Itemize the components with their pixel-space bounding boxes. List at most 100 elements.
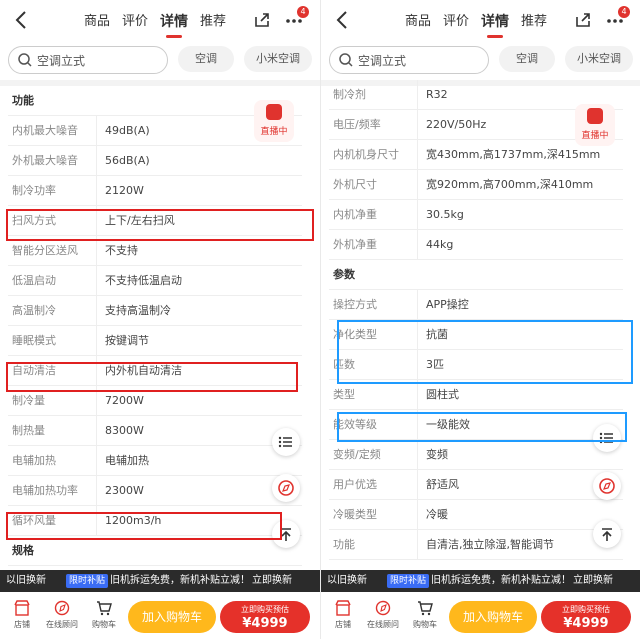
buy-now-button[interactable]: 立即购买预估 ¥4999	[541, 601, 631, 633]
spec-key: 变频/定频	[333, 448, 381, 461]
search-input[interactable]: 空调立式	[8, 46, 168, 74]
bottom-bar: 店铺 在线顾问 购物车 加入购物车 立即购买预估 ¥4999	[0, 595, 320, 639]
search-chip-xiaomi-aircon[interactable]: 小米空调	[565, 46, 633, 72]
price: ¥4999	[242, 616, 288, 631]
add-to-cart-button[interactable]: 加入购物车	[449, 601, 537, 633]
spec-value: 按键调节	[96, 326, 149, 355]
spec-row: 自动清洁 内外机自动清洁	[8, 356, 302, 386]
spec-key: 净化类型	[333, 328, 377, 341]
consult-tab[interactable]: 在线顾问	[42, 599, 82, 630]
consult-button[interactable]	[593, 472, 621, 500]
tab-reviews[interactable]: 评价	[122, 12, 148, 32]
spec-value: 宽920mm,高700mm,深410mm	[417, 170, 593, 199]
live-stream-button[interactable]: 直播中	[575, 104, 615, 146]
list-menu-button[interactable]	[593, 424, 621, 452]
list-icon	[599, 432, 613, 444]
store-button[interactable]: 店铺	[2, 599, 42, 630]
spec-table-left: 功能 内机最大噪音 49dB(A) 外机最大噪音 56dB(A) 制冷功率 2120W 扫风方…	[8, 86, 302, 566]
consult-tab[interactable]: 在线顾问	[363, 599, 403, 630]
tab-details[interactable]: 详情	[481, 12, 509, 38]
spec-row: 电辅加热 电辅加热	[8, 446, 302, 476]
spec-key: 制热量	[12, 424, 45, 437]
spec-row: 内机净重 30.5kg	[329, 200, 623, 230]
spec-value: 一级能效	[417, 410, 470, 439]
search-icon	[18, 53, 32, 67]
spec-key: 内机最大噪音	[12, 124, 78, 137]
live-icon	[587, 108, 603, 124]
spec-value: 3匹	[417, 350, 444, 379]
store-label: 店铺	[14, 620, 30, 629]
back-arrow-icon[interactable]	[331, 8, 355, 32]
cart-tab[interactable]: 购物车	[84, 599, 124, 630]
search-chip-aircon[interactable]: 空调	[499, 46, 555, 72]
promo-bar[interactable]: 以旧换新 限时补贴 旧机拆运免费，新机补贴立减！ 立即换新	[0, 570, 320, 592]
consult-button[interactable]	[272, 474, 300, 502]
tab-reviews[interactable]: 评价	[443, 12, 469, 32]
promo-cta[interactable]: 立即换新	[573, 570, 613, 592]
search-chip-aircon[interactable]: 空调	[178, 46, 234, 72]
spec-key: 匹数	[333, 358, 355, 371]
notification-badge: 4	[618, 6, 630, 18]
spec-row: 循环风量 1200m3/h	[8, 506, 302, 536]
spec-value: 宽430mm,高1737mm,深415mm	[417, 140, 600, 169]
promo-tag: 限时补贴	[387, 574, 430, 588]
search-chip-xiaomi-aircon[interactable]: 小米空调	[244, 46, 312, 72]
cart-label: 购物车	[92, 620, 116, 629]
share-icon[interactable]	[573, 10, 593, 30]
spec-key: 外机最大噪音	[12, 154, 78, 167]
spec-row: 制热量 8300W	[8, 416, 302, 446]
promo-trade-in: 以旧换新	[6, 575, 46, 586]
spec-key: 制冷剂	[333, 88, 366, 101]
spec-row: 净化类型 抗菌	[329, 320, 623, 350]
spec-value: 2300W	[96, 476, 144, 505]
tab-product[interactable]: 商品	[84, 12, 110, 32]
spec-value: 44kg	[417, 230, 453, 259]
search-input[interactable]: 空调立式	[329, 46, 489, 74]
promo-cta[interactable]: 立即换新	[252, 570, 292, 592]
spec-row: 用户优选 舒适风	[329, 470, 623, 500]
spec-key: 扫风方式	[12, 214, 56, 227]
store-label: 店铺	[335, 620, 351, 629]
spec-row: 外机净重 44kg	[329, 230, 623, 260]
spec-row: 操控方式 APP操控	[329, 290, 623, 320]
store-button[interactable]: 店铺	[323, 599, 363, 630]
back-to-top-button[interactable]	[272, 520, 300, 548]
spec-key: 自动清洁	[12, 364, 56, 377]
price: ¥4999	[563, 616, 609, 631]
spec-row: 外机尺寸 宽920mm,高700mm,深410mm	[329, 170, 623, 200]
cart-label: 购物车	[413, 620, 437, 629]
tab-product[interactable]: 商品	[405, 12, 431, 32]
cart-tab[interactable]: 购物车	[405, 599, 445, 630]
spec-value: 220V/50Hz	[417, 110, 486, 139]
buy-now-button[interactable]: 立即购买预估 ¥4999	[220, 601, 310, 633]
promo-bar[interactable]: 以旧换新 限时补贴 旧机拆运免费，新机补贴立减！ 立即换新	[321, 570, 640, 592]
spec-row: 制冷功率 2120W	[8, 176, 302, 206]
spec-value: 30.5kg	[417, 200, 464, 229]
live-label: 直播中	[581, 131, 609, 141]
spec-value: 舒适风	[417, 470, 459, 499]
spec-value: R32	[417, 80, 448, 109]
tab-details[interactable]: 详情	[160, 12, 188, 38]
compass-icon	[54, 600, 70, 616]
spec-row: 电辅加热功率 2300W	[8, 476, 302, 506]
spec-value: 圆柱式	[417, 380, 459, 409]
back-to-top-button[interactable]	[593, 520, 621, 548]
spec-value: 不支持低温启动	[96, 266, 182, 295]
tab-recommend[interactable]: 推荐	[521, 12, 547, 32]
spec-key: 内机机身尺寸	[333, 148, 399, 161]
list-menu-button[interactable]	[272, 428, 300, 456]
add-to-cart-button[interactable]: 加入购物车	[128, 601, 216, 633]
left-screenshot: 商品 评价 详情 推荐 4 空调立式 空调 小米空调 功能 内机最大噪音 49dB(…	[0, 0, 320, 639]
share-icon[interactable]	[252, 10, 272, 30]
tab-recommend[interactable]: 推荐	[200, 12, 226, 32]
spec-key: 低温启动	[12, 274, 56, 287]
spec-key: 操控方式	[333, 298, 377, 311]
spec-value: 上下/左右扫风	[96, 206, 175, 235]
live-stream-button[interactable]: 直播中	[254, 100, 294, 142]
list-icon	[278, 436, 292, 448]
back-arrow-icon[interactable]	[10, 8, 34, 32]
spec-section-title: 功能	[12, 94, 34, 107]
spec-key: 睡眠模式	[12, 334, 56, 347]
spec-value: 抗菌	[417, 320, 448, 349]
tab-bar: 商品 评价 详情 推荐	[84, 12, 226, 38]
